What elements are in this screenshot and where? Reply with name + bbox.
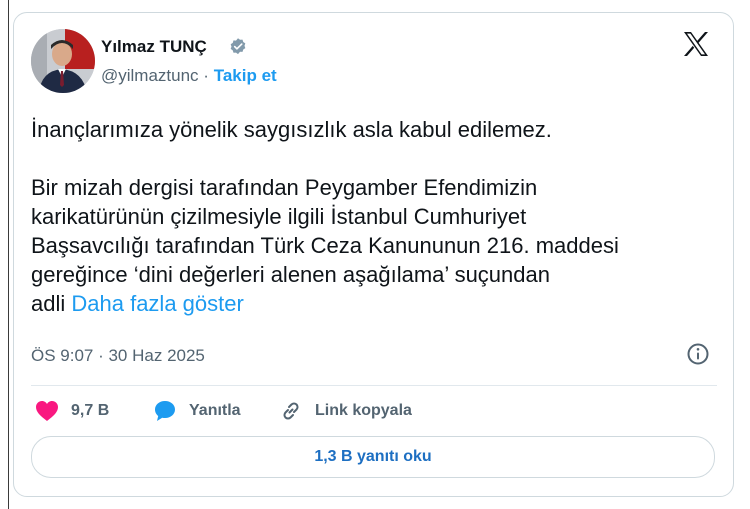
speech-bubble-icon bbox=[155, 401, 175, 421]
copy-link-button[interactable]: Link kopyala bbox=[279, 397, 412, 425]
tweet-embed-card: Yılmaz TUNÇ @yilmaztunc · Takip et İnanç… bbox=[13, 12, 734, 497]
follow-button[interactable]: Takip et bbox=[214, 66, 277, 85]
tweet-line: Başsavcılığı tarafından Türk Ceza Kanunu… bbox=[31, 233, 619, 258]
link-icon bbox=[283, 402, 299, 420]
tweet-line: gereğince ‘dini değerleri alenen aşağıla… bbox=[31, 262, 550, 287]
tweet-line: karikatürünün çizilmesiyle ilgili İstanb… bbox=[31, 204, 527, 229]
timestamp[interactable]: ÖS 9:07 · 30 Haz 2025 bbox=[31, 346, 205, 366]
reply-label: Yanıtla bbox=[189, 402, 241, 419]
copy-link-label: Link kopyala bbox=[315, 402, 412, 419]
avatar-portrait bbox=[31, 29, 95, 93]
tweet-line: Bir mizah dergisi tarafından Peygamber E… bbox=[31, 175, 538, 200]
divider bbox=[31, 385, 717, 386]
like-button[interactable]: 9,7 B bbox=[35, 397, 109, 425]
tweet-text: İnançlarımıza yönelik saygısızlık asla k… bbox=[31, 115, 721, 318]
show-more-link[interactable]: Daha fazla göster bbox=[71, 291, 243, 316]
info-icon[interactable] bbox=[686, 342, 710, 366]
reply-button[interactable]: Yanıtla bbox=[153, 397, 241, 425]
author-handle[interactable]: @yilmaztunc bbox=[101, 66, 199, 85]
tweet-line: İnançlarımıza yönelik saygısızlık asla k… bbox=[31, 117, 552, 142]
tweet-line: adli Daha fazla göster bbox=[31, 289, 721, 318]
author-name[interactable]: Yılmaz TUNÇ bbox=[101, 37, 207, 57]
verified-badge-icon bbox=[230, 38, 246, 55]
handle-separator: · bbox=[203, 66, 209, 85]
read-replies-button[interactable]: 1,3 B yanıtı oku bbox=[31, 436, 715, 478]
heart-icon bbox=[36, 401, 58, 421]
tweet-line-prefix: adli bbox=[31, 291, 66, 316]
read-replies-label: 1,3 B yanıtı oku bbox=[314, 448, 432, 465]
handle-row: @yilmaztunc · Takip et bbox=[101, 66, 277, 86]
left-border-line bbox=[8, 0, 9, 509]
x-logo-icon[interactable] bbox=[682, 31, 710, 57]
avatar[interactable] bbox=[31, 29, 95, 93]
like-count: 9,7 B bbox=[71, 402, 110, 419]
